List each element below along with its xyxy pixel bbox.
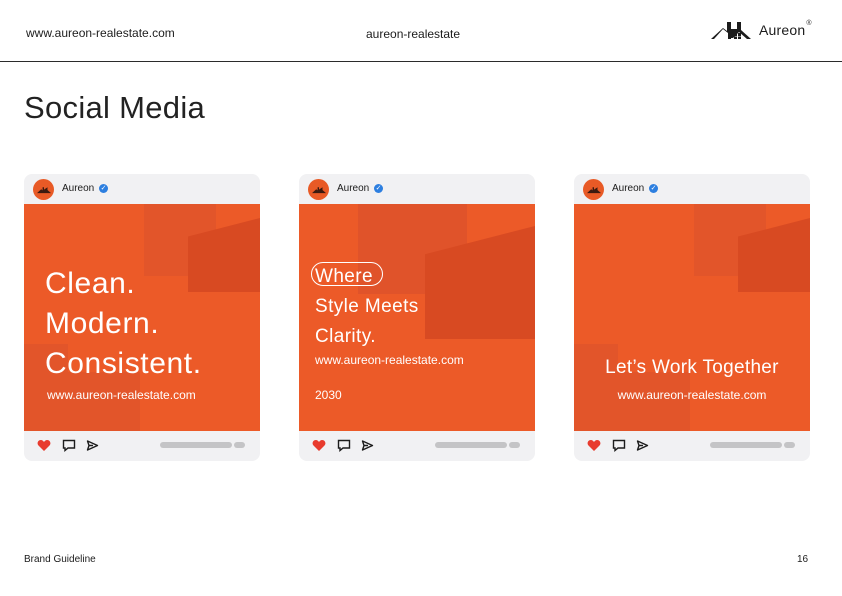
post-account-name[interactable]: Aureon (62, 183, 94, 194)
social-post-3: Aureon ✓ Let’s Work Together www.aureon-… (574, 174, 810, 461)
brand-logo: Aureon® (711, 20, 812, 40)
avatar[interactable] (308, 179, 329, 200)
comment-icon[interactable] (62, 439, 76, 452)
heart-icon[interactable] (37, 439, 51, 452)
verified-icon: ✓ (374, 184, 383, 193)
heart-icon[interactable] (587, 439, 601, 452)
post-headline: Clean. Modern. Consistent. (45, 267, 202, 380)
social-post-2: Aureon ✓ Where Style Meets Clarity. www.… (299, 174, 535, 461)
post-url: www.aureon-realestate.com (617, 388, 767, 402)
post-image: Let’s Work Together www.aureon-realestat… (574, 204, 810, 431)
post-account-name[interactable]: Aureon (337, 183, 369, 194)
post-header: Aureon ✓ (24, 174, 260, 204)
avatar-logo-icon (36, 186, 51, 193)
post-header: Aureon ✓ (574, 174, 810, 204)
post-header: Aureon ✓ (299, 174, 535, 204)
post-headline: Let’s Work Together (605, 357, 779, 378)
avatar[interactable] (583, 179, 604, 200)
post-image: Where Style Meets Clarity. www.aureon-re… (299, 204, 535, 431)
post-headline: Where Style Meets Clarity. (315, 266, 419, 347)
page-number: 16 (797, 554, 809, 565)
social-post-1: Aureon ✓ Clean. Modern. Consistent. www.… (24, 174, 260, 461)
send-icon[interactable] (361, 439, 374, 452)
header-handle: aureon-realestate (366, 27, 461, 41)
footer-label: Brand Guideline (24, 554, 96, 565)
heart-icon[interactable] (312, 439, 326, 452)
placeholder-bar (784, 442, 795, 448)
verified-icon: ✓ (99, 184, 108, 193)
send-icon[interactable] (86, 439, 99, 452)
placeholder-bar (710, 442, 782, 448)
post-actions (574, 431, 810, 461)
placeholder-bar (435, 442, 507, 448)
post-actions (24, 431, 260, 461)
post-url: www.aureon-realestate.com (47, 388, 196, 402)
post-image: Clean. Modern. Consistent. www.aureon-re… (24, 204, 260, 431)
placeholder-bar (234, 442, 245, 448)
placeholder-bar (509, 442, 520, 448)
send-icon[interactable] (636, 439, 649, 452)
verified-icon: ✓ (649, 184, 658, 193)
post-account-name[interactable]: Aureon (612, 183, 644, 194)
avatar-logo-icon (311, 186, 326, 193)
post-url: www.aureon-realestate.com (315, 353, 464, 367)
post-actions (299, 431, 535, 461)
placeholder-bar (160, 442, 232, 448)
page-title: Social Media (24, 90, 206, 125)
brand-name: Aureon® (759, 20, 812, 38)
page-header: www.aureon-realestate.com aureon-realest… (0, 0, 842, 62)
post-year: 2030 (315, 388, 342, 402)
avatar[interactable] (33, 179, 54, 200)
house-roof-logo-icon (711, 22, 751, 39)
comment-icon[interactable] (337, 439, 351, 452)
header-website: www.aureon-realestate.com (26, 26, 175, 40)
comment-icon[interactable] (612, 439, 626, 452)
avatar-logo-icon (586, 186, 601, 193)
